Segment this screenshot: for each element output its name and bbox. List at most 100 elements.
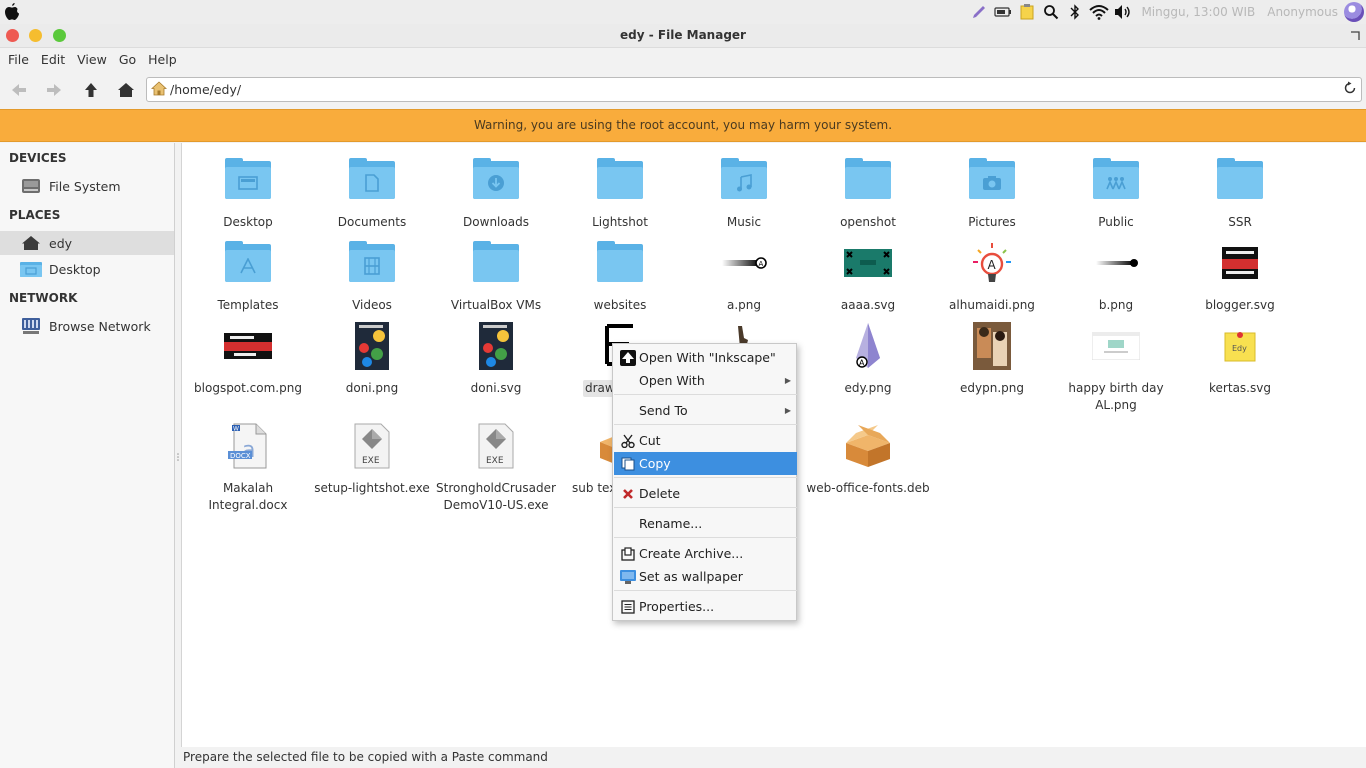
svg-text:Edy: Edy (1232, 344, 1247, 353)
folder-icon (472, 239, 520, 287)
note-icon[interactable] (1017, 2, 1037, 22)
folder-icon (596, 156, 644, 204)
window-title: edy - File Manager (620, 28, 746, 42)
menu-item-copy[interactable]: Copy (614, 452, 797, 475)
hard-drive-icon (20, 177, 42, 195)
search-icon[interactable] (1041, 2, 1061, 22)
image-thumbnail-icon (1092, 322, 1140, 370)
delete-icon (620, 486, 636, 502)
menu-view[interactable]: View (71, 52, 113, 67)
menu-item-open-with[interactable]: Open With ▶ (614, 369, 797, 392)
image-thumbnail-icon (1092, 239, 1140, 287)
network-heading: NETWORK (9, 291, 78, 305)
svg-text:EXE: EXE (486, 456, 504, 466)
menu-item-open-with-inkscape[interactable]: Open With "Inkscape" (614, 346, 797, 369)
submenu-arrow-icon: ▶ (784, 376, 791, 385)
battery-icon[interactable] (993, 2, 1013, 22)
status-bar: Prepare the selected file to be copied w… (181, 747, 1366, 768)
image-thumbnail-icon (844, 239, 892, 287)
location-path[interactable]: /home/edy/ (170, 82, 241, 97)
back-button[interactable] (8, 79, 30, 101)
menu-item-set-as-wallpaper[interactable]: Set as wallpaper (614, 565, 797, 588)
menu-separator (614, 537, 797, 538)
pen-icon[interactable] (969, 2, 989, 22)
desktop-icon (20, 260, 42, 278)
folder-documents-icon (348, 156, 396, 204)
sidebar-item-browse-network[interactable]: Browse Network (0, 314, 174, 338)
image-thumbnail-icon: A (720, 239, 768, 287)
copy-icon (620, 456, 636, 472)
svg-text:EXE: EXE (362, 456, 380, 466)
sidebar-item-desktop[interactable]: Desktop (0, 257, 174, 281)
title-bar[interactable]: edy - File Manager (0, 24, 1366, 48)
home-button[interactable] (115, 79, 137, 101)
devices-heading: DEVICES (9, 151, 67, 165)
svg-text:DOCX: DOCX (230, 452, 251, 460)
folder-desktop-icon (224, 156, 272, 204)
menu-item-send-to[interactable]: Send To ▶ (614, 399, 797, 422)
pane-resize-handle[interactable] (176, 451, 180, 461)
menu-separator (614, 507, 797, 508)
forward-button[interactable] (43, 79, 65, 101)
image-thumbnail-icon (224, 322, 272, 370)
inkscape-icon (620, 349, 636, 366)
sidebar-item-edy[interactable]: edy (0, 231, 174, 255)
folder-public-icon (1092, 156, 1140, 204)
user-name[interactable]: Anonymous (1267, 5, 1338, 19)
menu-help[interactable]: Help (142, 52, 183, 67)
menu-edit[interactable]: Edit (35, 52, 71, 67)
home-icon (20, 234, 42, 252)
properties-icon (620, 599, 636, 615)
network-icon (20, 317, 42, 335)
system-tray: Minggu, 13:00 WIB Anonymous (967, 0, 1366, 24)
svg-text:A: A (859, 359, 865, 368)
folder-pictures-icon (968, 156, 1016, 204)
sidebar-item-file-system[interactable]: File System (0, 174, 174, 198)
bluetooth-icon[interactable] (1065, 2, 1085, 22)
image-thumbnail-icon: Edy (1216, 322, 1264, 370)
folder-downloads-icon (472, 156, 520, 204)
cut-icon (620, 433, 636, 449)
wallpaper-icon (620, 569, 636, 585)
package-icon (844, 422, 892, 470)
exe-icon: EXE (472, 422, 520, 470)
menu-separator (614, 424, 797, 425)
menu-item-create-archive[interactable]: Create Archive... (614, 542, 797, 565)
user-avatar[interactable] (1344, 2, 1364, 22)
places-heading: PLACES (9, 208, 61, 222)
home-folder-icon (150, 81, 168, 100)
clock[interactable]: Minggu, 13:00 WIB (1141, 5, 1255, 19)
svg-text:A: A (759, 260, 764, 268)
menu-item-cut[interactable]: Cut (614, 429, 797, 452)
reload-icon[interactable] (1343, 81, 1357, 98)
svg-text:W: W (233, 426, 239, 433)
image-thumbnail-icon (968, 322, 1016, 370)
sidebar: DEVICES File System PLACES edy Desktop N… (0, 143, 175, 768)
folder-icon (1216, 156, 1264, 204)
top-panel: Minggu, 13:00 WIB Anonymous (0, 0, 1366, 24)
menu-separator (614, 590, 797, 591)
apple-menu-icon[interactable] (4, 3, 20, 21)
image-thumbnail-icon: A (844, 322, 892, 370)
folder-templates-icon (224, 239, 272, 287)
exe-icon: EXE (348, 422, 396, 470)
image-thumbnail-icon (1216, 239, 1264, 287)
menu-item-delete[interactable]: Delete (614, 482, 797, 505)
folder-icon (596, 239, 644, 287)
root-warning-bar: Warning, you are using the root account,… (0, 109, 1366, 142)
menu-item-properties[interactable]: Properties... (614, 595, 797, 618)
folder-icon (844, 156, 892, 204)
docx-icon: a DOCX W (224, 422, 272, 470)
submenu-arrow-icon: ▶ (784, 406, 791, 415)
resize-icon[interactable] (1350, 30, 1360, 40)
image-thumbnail-icon: A (968, 239, 1016, 287)
menu-item-rename[interactable]: Rename... (614, 512, 797, 535)
menu-file[interactable]: File (2, 52, 35, 67)
menu-go[interactable]: Go (113, 52, 142, 67)
svg-text:A: A (988, 258, 997, 272)
wifi-icon[interactable] (1089, 2, 1110, 22)
location-bar[interactable]: /home/edy/ (146, 77, 1362, 102)
volume-icon[interactable] (1113, 2, 1133, 22)
menu-separator (614, 394, 797, 395)
up-button[interactable] (80, 79, 102, 101)
